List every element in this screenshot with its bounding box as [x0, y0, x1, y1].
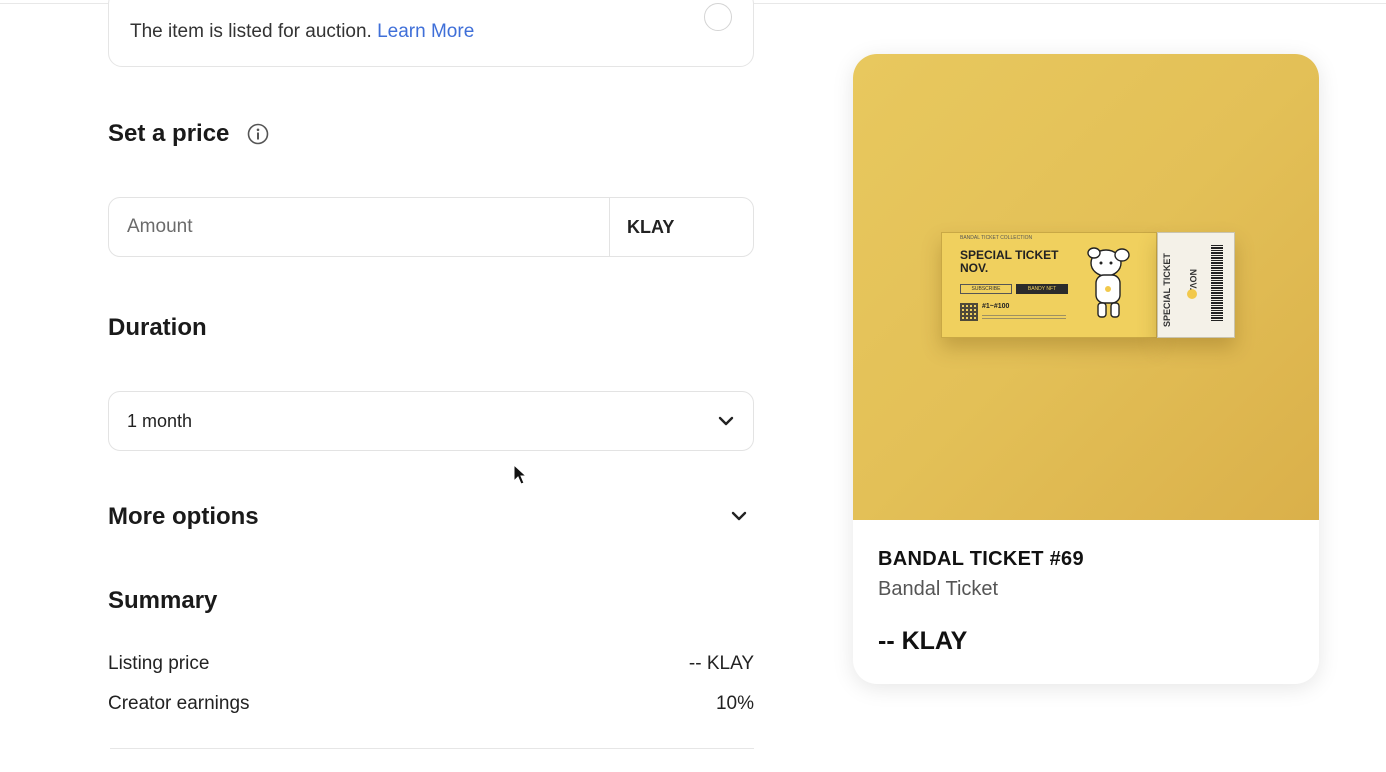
- auction-notice: The item is listed for auction. Learn Mo…: [130, 21, 474, 43]
- mouse-cursor-icon: [513, 464, 527, 485]
- auction-notice-text: The item is listed for auction.: [130, 21, 372, 42]
- duration-heading: Duration: [108, 314, 207, 341]
- bear-mascot-icon: [1087, 247, 1130, 318]
- stub-nov: NOV.: [1188, 269, 1198, 291]
- nft-collection: Bandal Ticket: [878, 578, 999, 600]
- nft-image: BANDAL TICKET COLLECTION SPECIAL TICKET …: [853, 54, 1319, 520]
- summary-divider: [110, 748, 754, 749]
- amount-input[interactable]: [109, 198, 609, 256]
- duration-select[interactable]: 1 month: [108, 391, 754, 451]
- summary-value: -- KLAY: [688, 653, 754, 674]
- set-price-heading: Set a price: [108, 120, 230, 147]
- stub-text: SPECIAL TICKET: [1162, 253, 1172, 327]
- ticket-button-left: SUBSCRIBE: [960, 284, 1012, 294]
- currency-label: KLAY: [609, 198, 753, 256]
- ticket-title: SPECIAL TICKET NOV.: [960, 248, 1059, 275]
- chevron-down-icon[interactable]: [729, 506, 749, 526]
- summary-row-listing-price: Listing price -- KLAY: [108, 653, 754, 675]
- summary-row-creator-earnings: Creator earnings 10%: [108, 693, 754, 715]
- nft-preview-card: BANDAL TICKET COLLECTION SPECIAL TICKET …: [853, 54, 1319, 684]
- barcode-icon: [1211, 245, 1223, 321]
- ticket-button-right: BANDY NFT: [1016, 284, 1068, 294]
- qr-code-icon: [960, 303, 978, 321]
- summary-label: Listing price: [108, 653, 210, 674]
- summary-value: 10%: [715, 693, 754, 714]
- ticket-subtitle: BANDAL TICKET COLLECTION: [960, 235, 1033, 241]
- more-options-toggle[interactable]: More options: [108, 503, 259, 531]
- stub-dot: [1187, 289, 1197, 299]
- auction-radio[interactable]: [704, 3, 732, 31]
- summary-label: Creator earnings: [108, 693, 250, 714]
- duration-value: 1 month: [127, 410, 193, 431]
- ticket-graphic: BANDAL TICKET COLLECTION SPECIAL TICKET …: [941, 232, 1157, 338]
- nft-price: -- KLAY: [878, 627, 968, 655]
- chevron-down-icon: [718, 416, 734, 426]
- info-icon[interactable]: [247, 123, 269, 145]
- nft-name: BANDAL TICKET #69: [878, 548, 1084, 570]
- ticket-stub: SPECIAL TICKET NOV.: [1157, 232, 1235, 338]
- summary-heading: Summary: [108, 587, 218, 614]
- learn-more-link[interactable]: Learn More: [377, 21, 474, 42]
- price-input-group: KLAY: [108, 197, 754, 257]
- auction-option-card[interactable]: The item is listed for auction. Learn Mo…: [108, 0, 754, 67]
- ticket-range: #1~#100: [982, 303, 1010, 310]
- ticket-fine-print: [982, 313, 1066, 319]
